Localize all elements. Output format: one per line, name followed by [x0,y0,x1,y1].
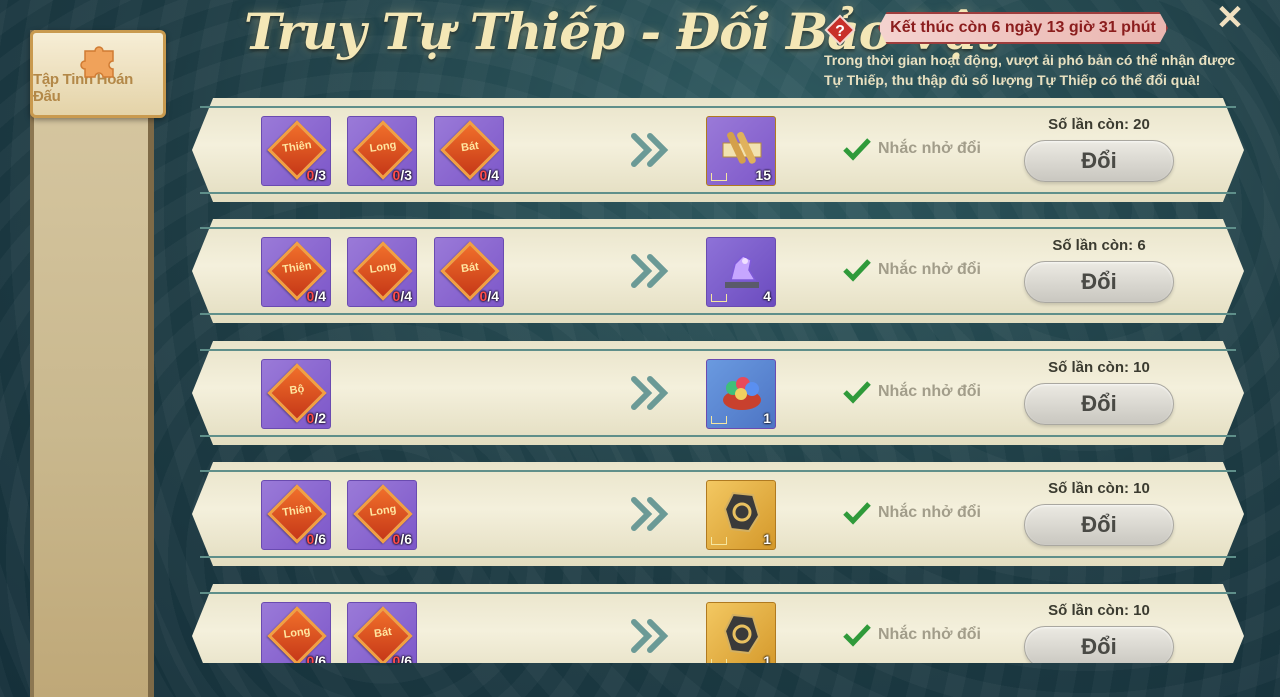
reward-item-token[interactable]: 1 [706,602,776,663]
token-item-long[interactable]: Long 0/6 [261,602,331,663]
token-count: 0/3 [392,167,412,183]
reward-count: 1 [763,531,771,547]
remaining-count: Số lần còn: 20 [1048,116,1150,133]
exchange-row: Thiên 0/3 Long 0/3 Bát 0/4 15 Nhắc nhở đ… [186,98,1250,202]
check-icon [843,624,871,647]
token-count: 0/4 [306,288,326,304]
bind-tag-icon [711,294,727,302]
remind-label: Nhắc nhở đổi [878,261,981,278]
exchange-button[interactable]: Đổi [1024,140,1174,182]
scroll-icon [722,131,762,164]
token-count: 0/4 [392,288,412,304]
puzzle-icon [80,46,114,78]
token-count: 0/4 [479,288,499,304]
reward-count: 1 [763,653,771,663]
reward-item-token[interactable]: 1 [706,480,776,550]
reward-count: 15 [755,167,771,183]
bind-tag-icon [711,173,727,181]
close-button[interactable]: ✕ [1208,0,1252,37]
token-count: 0/6 [306,531,326,547]
help-icon[interactable]: ? [824,14,856,46]
remind-toggle[interactable]: Nhắc nhở đổi [842,500,981,526]
check-icon [843,138,871,161]
bind-tag-icon [711,537,727,545]
close-icon: ✕ [1215,0,1245,37]
event-timer: Kết thúc còn 6 ngày 13 giờ 31 phút [878,12,1168,44]
token-count: 0/6 [306,653,326,663]
token-count: 0/4 [479,167,499,183]
exchange-button[interactable]: Đổi [1024,261,1174,303]
token-item-bo[interactable]: Bộ 0/2 [261,359,331,429]
reward-count: 1 [763,410,771,426]
token-item-bat[interactable]: Bát 0/6 [347,602,417,663]
remind-label: Nhắc nhở đổi [878,626,981,643]
remind-toggle[interactable]: Nhắc nhở đổi [842,257,981,283]
remind-label: Nhắc nhở đổi [878,504,981,521]
double-arrow-icon [631,619,669,653]
remaining-count: Số lần còn: 10 [1048,602,1150,619]
double-arrow-icon [631,254,669,288]
exchange-button[interactable]: Đổi [1024,383,1174,425]
remind-label: Nhắc nhở đổi [878,383,981,400]
token-item-long[interactable]: Long 0/6 [347,480,417,550]
exchange-row: Bộ 0/2 1 Nhắc nhở đổi Số lần còn: 10 Đổi [186,341,1250,445]
token-item-long[interactable]: Long 0/3 [347,116,417,186]
gem-bag-icon [723,377,761,410]
double-arrow-icon [631,376,669,410]
bind-tag-icon [711,659,727,663]
reward-count: 4 [763,288,771,304]
token-count: 0/6 [392,531,412,547]
token-item-bat[interactable]: Bát 0/4 [434,237,504,307]
remaining-count: Số lần còn: 10 [1048,359,1150,376]
double-arrow-icon [631,497,669,531]
token-item-thien[interactable]: Thiên 0/4 [261,237,331,307]
exchange-row: Thiên 0/4 Long 0/4 Bát 0/4 4 Nhắc nhở đổ… [186,219,1250,323]
exchange-row: Thiên 0/6 Long 0/6 1 Nhắc nhở đổi Số lần… [186,462,1250,566]
check-icon [843,381,871,404]
check-icon [843,259,871,282]
remind-toggle[interactable]: Nhắc nhở đổi [842,379,981,405]
exchange-button[interactable]: Đổi [1024,626,1174,663]
reward-item-gem-bag[interactable]: 1 [706,359,776,429]
black-token-icon [723,613,761,655]
reward-item-beast[interactable]: 4 [706,237,776,307]
svg-text:?: ? [835,23,845,40]
remaining-count: Số lần còn: 10 [1048,480,1150,497]
token-item-bat[interactable]: Bát 0/4 [434,116,504,186]
token-count: 0/6 [392,653,412,663]
token-count: 0/2 [306,410,326,426]
beast-statue-icon [725,255,759,288]
double-arrow-icon [631,133,669,167]
token-item-thien[interactable]: Thiên 0/6 [261,480,331,550]
exchange-button[interactable]: Đổi [1024,504,1174,546]
remaining-count: Số lần còn: 6 [1052,237,1146,254]
exchange-list[interactable]: Thiên 0/3 Long 0/3 Bát 0/4 15 Nhắc nhở đ… [186,98,1250,663]
black-token-icon [723,491,761,533]
remind-label: Nhắc nhở đổi [878,140,981,157]
bind-tag-icon [711,416,727,424]
sidebar-tab-tap-tinh-hoan-dau[interactable]: Tập Tinh Hoán Đấu [30,30,166,118]
exchange-row: Long 0/6 Bát 0/6 1 Nhắc nhở đổi Số lần c… [186,584,1250,663]
token-item-long[interactable]: Long 0/4 [347,237,417,307]
remind-toggle[interactable]: Nhắc nhở đổi [842,622,981,648]
remind-toggle[interactable]: Nhắc nhở đổi [842,136,981,162]
check-icon [843,502,871,525]
reward-item-scroll[interactable]: 15 [706,116,776,186]
event-description: Trong thời gian hoạt động, vượt ải phó b… [824,52,1236,88]
token-item-thien[interactable]: Thiên 0/3 [261,116,331,186]
sidebar [30,30,154,697]
token-count: 0/3 [306,167,326,183]
